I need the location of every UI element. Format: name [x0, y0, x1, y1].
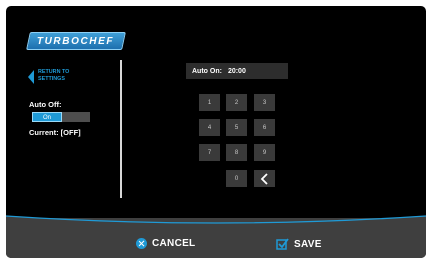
cancel-label: CANCEL — [152, 238, 196, 249]
turbochef-logo: TURBOCHEF — [26, 32, 126, 50]
auto-on-label: Auto On: — [192, 67, 222, 75]
save-button[interactable]: SAVE — [276, 238, 322, 250]
return-label: RETURN TO SETTINGS — [38, 69, 70, 82]
back-arrow-icon — [28, 70, 34, 84]
key-0[interactable]: 0 — [226, 170, 247, 187]
key-9[interactable]: 9 — [254, 144, 275, 161]
key-1[interactable]: 1 — [199, 94, 220, 111]
chevron-left-icon — [260, 172, 268, 185]
save-label: SAVE — [294, 238, 322, 250]
save-checkbox-icon — [276, 238, 289, 250]
key-4[interactable]: 4 — [199, 119, 220, 136]
toggle-off-option[interactable] — [62, 112, 90, 122]
vertical-divider — [120, 60, 122, 198]
backspace-button[interactable] — [254, 170, 275, 187]
cancel-button[interactable]: CANCEL — [136, 238, 195, 249]
key-7[interactable]: 7 — [199, 144, 220, 161]
bar-curve-accent — [6, 215, 426, 236]
current-status: Current: [OFF] — [29, 128, 81, 137]
auto-on-value: 20:00 — [227, 67, 246, 75]
auto-on-field[interactable]: Auto On: 20:00 — [186, 63, 288, 79]
cancel-x-icon — [136, 238, 147, 249]
return-to-settings-button[interactable]: RETURN TO SETTINGS — [28, 69, 78, 84]
key-8[interactable]: 8 — [226, 144, 247, 161]
oven-screen: TURBOCHEF RETURN TO SETTINGS Auto Off: O… — [6, 6, 426, 258]
auto-off-toggle[interactable]: On — [32, 112, 90, 122]
auto-off-label: Auto Off: — [29, 100, 62, 109]
logo-text: TURBOCHEF — [37, 35, 115, 47]
key-6[interactable]: 6 — [254, 119, 275, 136]
key-3[interactable]: 3 — [254, 94, 275, 111]
key-2[interactable]: 2 — [226, 94, 247, 111]
toggle-on-option[interactable]: On — [32, 112, 62, 122]
key-5[interactable]: 5 — [226, 119, 247, 136]
